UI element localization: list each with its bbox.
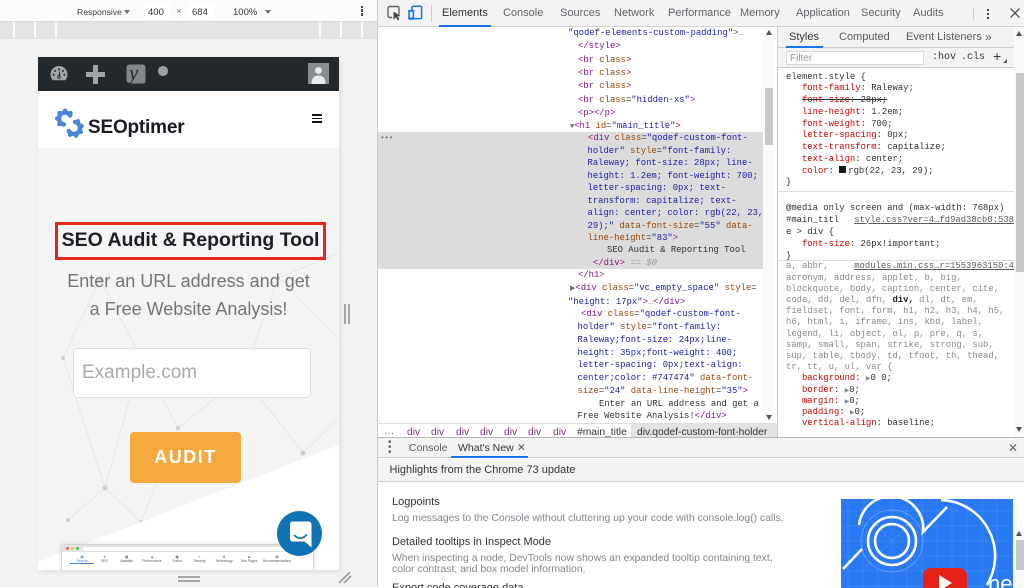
svg-text:ne: ne bbox=[988, 571, 1012, 588]
svg-text:y: y bbox=[127, 63, 139, 85]
